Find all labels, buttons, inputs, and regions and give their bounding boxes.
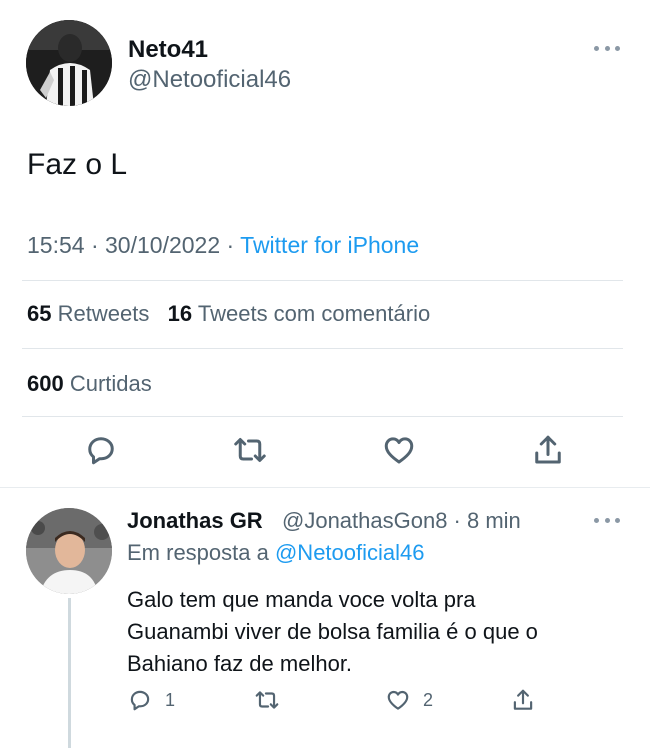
reply-author-avatar[interactable] — [26, 508, 112, 594]
like-icon — [387, 690, 409, 710]
avatar-photo — [26, 508, 112, 594]
reply-tweet[interactable]: Jonathas GR @JonathasGon8 · 8 min Em res… — [0, 488, 650, 754]
thread-line — [68, 598, 71, 748]
reply-icon — [130, 690, 150, 711]
tweet-stats-row: 65 Retweets 16 Tweets com comentário — [27, 301, 430, 327]
avatar-photo — [26, 20, 112, 106]
retweets-count: 65 — [27, 301, 52, 326]
reply-retweet-button[interactable] — [254, 686, 280, 714]
retweet-icon[interactable] — [232, 432, 268, 468]
reply-reply-button[interactable]: 1 — [127, 686, 175, 714]
divider — [22, 348, 623, 349]
quotes-count: 16 — [167, 301, 193, 326]
tweet-time[interactable]: 15:54 — [27, 232, 85, 258]
likes-label: Curtidas — [69, 371, 152, 396]
reply-text-line: Bahiano faz de melhor. — [127, 651, 353, 676]
reply-share-button[interactable] — [510, 686, 536, 714]
reply-icon[interactable] — [83, 432, 119, 468]
tweet-actions — [0, 432, 650, 472]
retweets-stat[interactable]: 65 Retweets — [27, 301, 149, 326]
reply-actions: 1 2 — [0, 686, 650, 716]
like-count: 2 — [423, 689, 434, 710]
reply-author-handle[interactable]: @JonathasGon8 · 8 min — [282, 508, 521, 534]
author-handle[interactable]: @Netooficial46 — [128, 66, 291, 94]
reply-text-line: Galo tem que manda voce volta pra — [127, 587, 476, 612]
tweet-date[interactable]: 30/10/2022 — [105, 232, 220, 258]
like-icon[interactable] — [381, 432, 417, 468]
share-icon[interactable] — [530, 432, 566, 468]
likes-count: 600 — [27, 371, 64, 396]
likes-stat[interactable]: 600 Curtidas — [27, 371, 152, 397]
reply-author-name[interactable]: Jonathas GR — [127, 508, 263, 534]
meta-separator: · — [84, 232, 106, 258]
retweets-label: Retweets — [57, 301, 150, 326]
main-tweet: Neto41 @Netooficial46 Faz o L 15:54 · 30… — [0, 0, 650, 488]
more-options-icon[interactable] — [594, 44, 620, 52]
divider — [22, 280, 623, 281]
in-reply-to: Em resposta a @Netooficial46 — [127, 540, 425, 566]
tweet-source[interactable]: Twitter for iPhone — [240, 232, 419, 258]
tweet-meta: 15:54 · 30/10/2022 · Twitter for iPhone — [27, 232, 419, 259]
divider — [22, 416, 623, 417]
reply-more-options-icon[interactable] — [594, 516, 620, 524]
reply-like-button[interactable]: 2 — [385, 686, 433, 714]
reply-text: Galo tem que manda voce volta pra Guanam… — [127, 584, 627, 680]
quotes-stat[interactable]: 16 Tweets com comentário — [168, 301, 431, 326]
retweet-icon — [255, 691, 279, 709]
quotes-label: Tweets com comentário — [197, 301, 431, 326]
in-reply-prefix: Em resposta a — [127, 540, 269, 565]
tweet-text: Faz o L — [27, 148, 128, 181]
share-icon — [513, 689, 533, 710]
reply-text-line: Guanambi viver de bolsa familia é o que … — [127, 619, 538, 644]
reply-count: 1 — [165, 689, 176, 710]
in-reply-mention[interactable]: @Netooficial46 — [275, 540, 425, 565]
meta-separator: · — [220, 232, 241, 258]
author-avatar[interactable] — [26, 20, 112, 106]
author-name[interactable]: Neto41 — [128, 36, 208, 64]
